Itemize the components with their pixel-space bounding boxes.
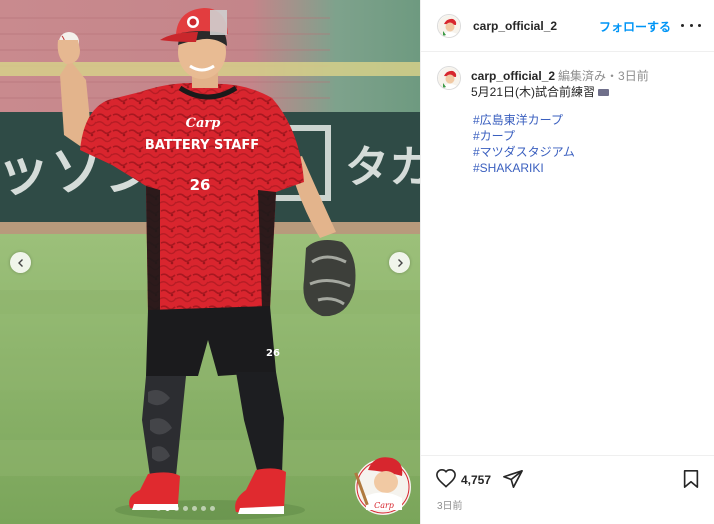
hashtag-link[interactable]: #マツダスタジアム bbox=[473, 144, 575, 160]
carp-mascot-icon bbox=[438, 15, 460, 37]
post-photo[interactable]: ッソン タカ Carp BATTERY STAFF 26 26 Carp bbox=[0, 0, 420, 524]
hashtag-link[interactable]: #広島東洋カープ bbox=[473, 112, 575, 128]
carousel-dot[interactable] bbox=[210, 506, 215, 511]
post-actions: 4,757 3日前 bbox=[421, 455, 714, 524]
like-count[interactable]: 4,757 bbox=[461, 473, 491, 487]
hashtag-list: #広島東洋カープ #カープ #マツダスタジアム #SHAKARIKI bbox=[473, 112, 575, 176]
caption-text-line: 5月21日(木)試合前練習 bbox=[471, 83, 610, 100]
carousel-dot[interactable] bbox=[156, 506, 161, 511]
post-username[interactable]: carp_official_2 bbox=[473, 19, 557, 33]
next-slide-button[interactable] bbox=[389, 252, 410, 273]
carp-mascot-icon bbox=[438, 67, 460, 89]
post-side-panel: carp_official_2 フォローする carp_official_2 編集… bbox=[420, 0, 714, 524]
chevron-right-icon bbox=[397, 258, 403, 267]
hashtag-link[interactable]: #SHAKARIKI bbox=[473, 160, 575, 176]
shirt-logo: Carp bbox=[186, 116, 221, 131]
more-horizontal-icon bbox=[681, 23, 701, 27]
shirt-number: 26 bbox=[190, 176, 211, 194]
carousel-dot[interactable] bbox=[165, 506, 170, 511]
avatar[interactable] bbox=[437, 14, 461, 38]
carousel-dot[interactable] bbox=[201, 506, 206, 511]
shirt-text: BATTERY STAFF bbox=[145, 138, 259, 153]
post-header: carp_official_2 フォローする bbox=[421, 0, 714, 52]
caption-header: carp_official_2 編集済み・3日前 bbox=[471, 67, 649, 84]
carousel-dot[interactable] bbox=[183, 506, 188, 511]
shorts-number: 26 bbox=[266, 348, 280, 359]
more-options-button[interactable] bbox=[681, 16, 701, 34]
follow-button[interactable]: フォローする bbox=[599, 18, 671, 35]
flag-emoji-icon bbox=[598, 89, 610, 97]
post-timestamp: 3日前 bbox=[437, 501, 463, 512]
svg-text:Carp: Carp bbox=[374, 501, 394, 510]
caption-text: 5月21日(木)試合前練習 bbox=[471, 85, 596, 99]
heart-icon[interactable] bbox=[435, 468, 457, 488]
chevron-left-icon bbox=[17, 258, 23, 267]
caption-meta: 編集済み・3日前 bbox=[558, 69, 649, 83]
carousel-dot[interactable] bbox=[192, 506, 197, 511]
bookmark-icon[interactable] bbox=[682, 469, 700, 489]
carousel-dots bbox=[156, 506, 215, 511]
player-photo: ッソン タカ Carp BATTERY STAFF 26 26 Carp bbox=[0, 0, 420, 524]
share-icon[interactable] bbox=[502, 469, 524, 489]
caption-username[interactable]: carp_official_2 bbox=[471, 69, 555, 83]
hashtag-link[interactable]: #カープ bbox=[473, 128, 575, 144]
previous-slide-button[interactable] bbox=[10, 252, 31, 273]
caption-avatar[interactable] bbox=[437, 66, 461, 90]
carousel-dot[interactable] bbox=[174, 506, 179, 511]
banner-text-right: タカ bbox=[345, 142, 420, 193]
